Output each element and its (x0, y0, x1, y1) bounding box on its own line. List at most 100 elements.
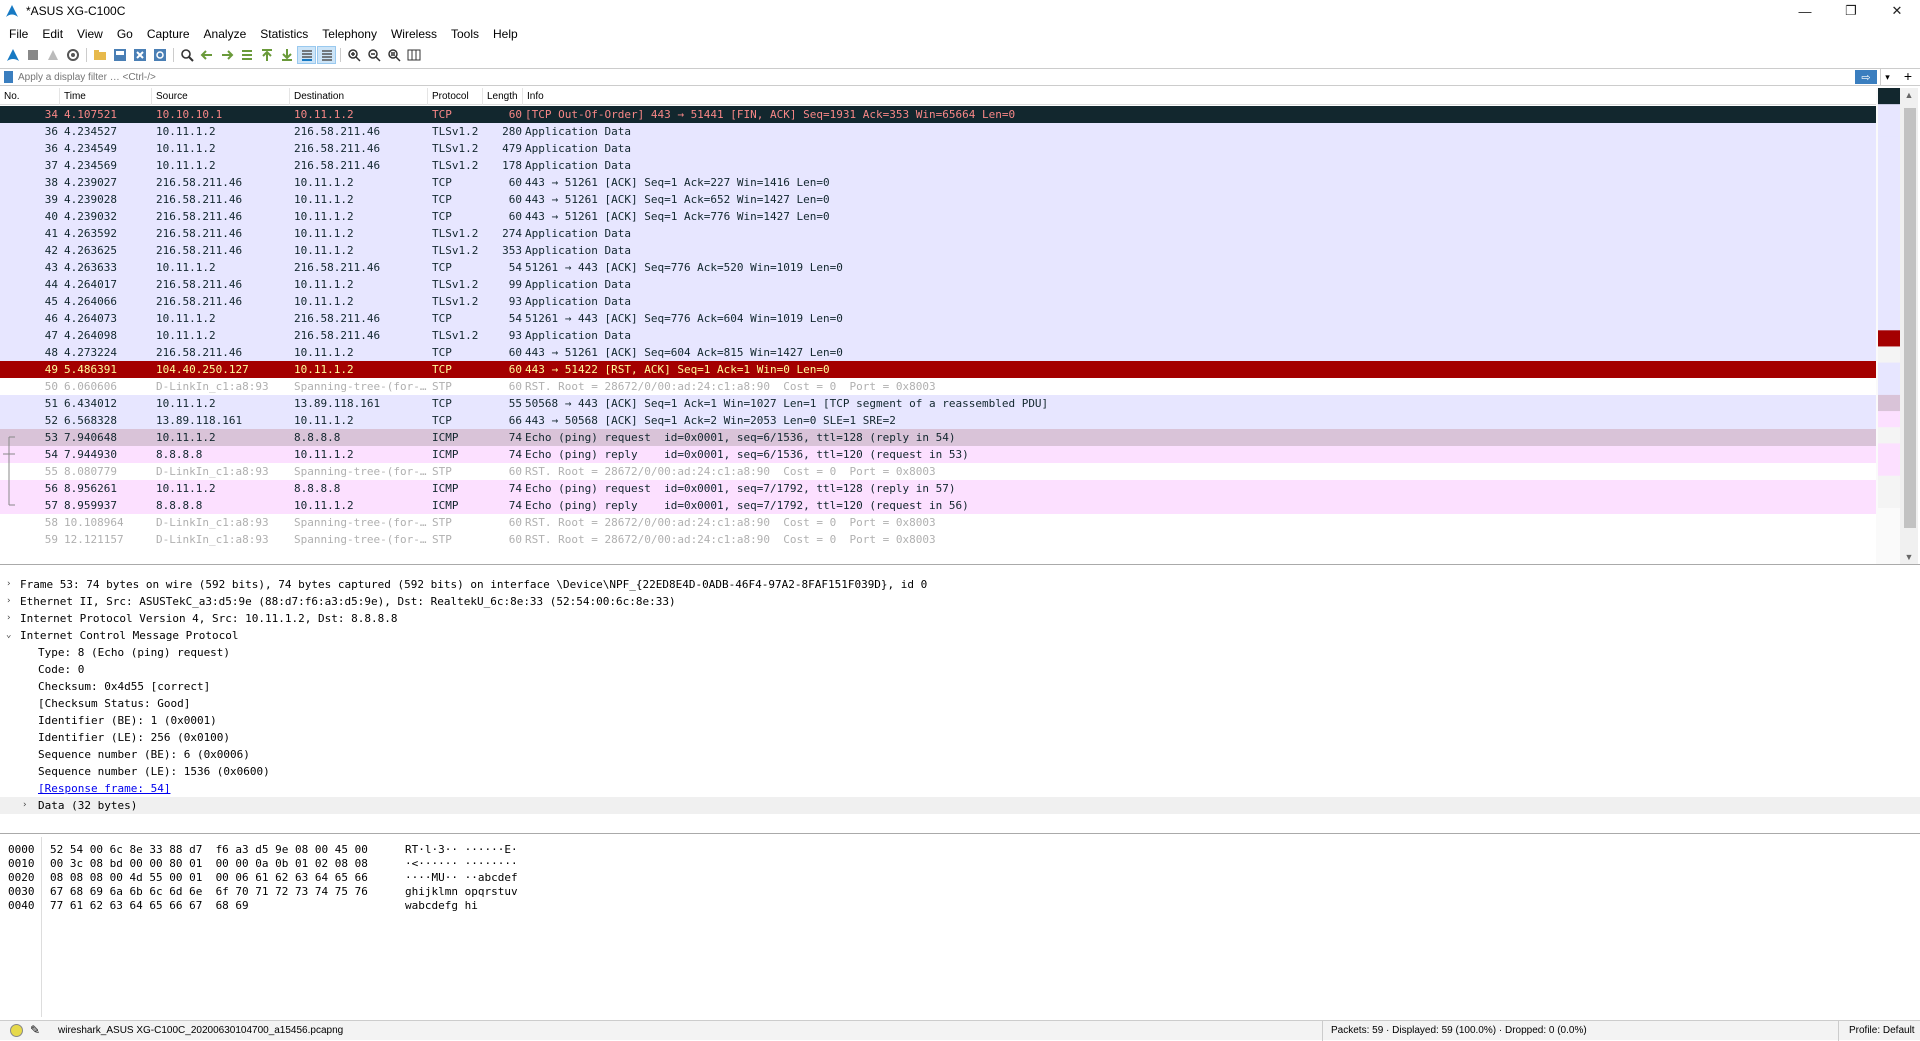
packet-row[interactable]: 50 6.060606 D-LinkIn_c1:a8:93 Spanning-tree… (0, 378, 1876, 395)
save-file-button[interactable] (110, 46, 129, 64)
menu-capture[interactable]: Capture (140, 24, 197, 44)
packet-row[interactable]: 56 8.956261 10.11.1.2 8.8.8.8 ICMP 74 Echo (pi… (0, 480, 1876, 497)
detail-tree-item[interactable]: Type: 8 (Echo (ping) request) (0, 644, 1920, 661)
detail-tree-item[interactable]: › Data (32 bytes) (0, 797, 1920, 814)
chevron-right-icon[interactable]: › (6, 576, 16, 593)
menu-view[interactable]: View (70, 24, 110, 44)
byte-offset[interactable]: 0000 (8, 843, 35, 857)
packet-row[interactable]: 36 4.234527 10.11.1.2 216.58.211.46 TLSv1.2 2… (0, 123, 1876, 140)
packet-row[interactable]: 46 4.264073 10.11.1.2 216.58.211.46 TCP 54 512… (0, 310, 1876, 327)
expert-info-icon[interactable] (10, 1024, 23, 1037)
packet-row[interactable]: 52 6.568328 13.89.118.161 10.11.1.2 TCP 66 443… (0, 412, 1876, 429)
byte-offset[interactable]: 0030 (8, 885, 35, 899)
byte-offset[interactable]: 0020 (8, 871, 35, 885)
menu-statistics[interactable]: Statistics (253, 24, 315, 44)
find-packet-button[interactable] (177, 46, 196, 64)
packet-row[interactable]: 38 4.239027 216.58.211.46 10.11.1.2 TCP 60 443… (0, 174, 1876, 191)
detail-tree-item[interactable]: Identifier (LE): 256 (0x0100) (0, 729, 1920, 746)
detail-tree-item[interactable]: [Response frame: 54] (0, 780, 1920, 797)
column-header-info[interactable]: Info (523, 88, 1876, 105)
packet-row[interactable]: 48 4.273224 216.58.211.46 10.11.1.2 TCP 60 443… (0, 344, 1876, 361)
column-header-length[interactable]: Length (483, 88, 523, 105)
menu-file[interactable]: File (2, 24, 35, 44)
packet-row[interactable]: 43 4.263633 10.11.1.2 216.58.211.46 TCP 54 512… (0, 259, 1876, 276)
byte-ascii[interactable]: ····MU·· ··abcdef (405, 871, 518, 885)
response-frame-link[interactable]: [Response frame: 54] (38, 780, 170, 797)
column-header-protocol[interactable]: Protocol (428, 88, 483, 105)
byte-hex[interactable]: 67 68 69 6a 6b 6c 6d 6e 6f 70 71 72 73 7… (50, 885, 368, 899)
byte-ascii[interactable]: ghijklmn opqrstuv (405, 885, 518, 899)
go-forward-button[interactable] (217, 46, 236, 64)
restart-capture-button[interactable] (43, 46, 62, 64)
packet-row[interactable]: 53 7.940648 10.11.1.2 8.8.8.8 ICMP 74 Echo (pi… (0, 429, 1876, 446)
bookmark-icon[interactable] (4, 71, 13, 83)
column-header-source[interactable]: Source (152, 88, 290, 105)
packet-row[interactable]: 54 7.944930 8.8.8.8 10.11.1.2 ICMP 74 Echo (pi… (0, 446, 1876, 463)
start-capture-button[interactable] (3, 46, 22, 64)
normal-size-button[interactable] (384, 46, 403, 64)
scroll-up-icon[interactable]: ▲ (1900, 90, 1918, 100)
packet-row[interactable]: 59 12.121157 D-LinkIn_c1:a8:93 Spanning-tre… (0, 531, 1876, 548)
scroll-down-icon[interactable]: ▼ (1900, 552, 1918, 562)
byte-ascii[interactable]: wabcdefg hi (405, 899, 478, 913)
byte-hex[interactable]: 52 54 00 6c 8e 33 88 d7 f6 a3 d5 9e 08 0… (50, 843, 368, 857)
column-header-time[interactable]: Time (60, 88, 152, 105)
open-file-button[interactable] (90, 46, 109, 64)
chevron-right-icon[interactable]: › (6, 593, 16, 610)
go-back-button[interactable] (197, 46, 216, 64)
stop-capture-button[interactable] (23, 46, 42, 64)
go-to-packet-button[interactable] (237, 46, 256, 64)
byte-ascii[interactable]: ·<······ ········ (405, 857, 518, 871)
byte-hex[interactable]: 77 61 62 63 64 65 66 67 68 69 (50, 899, 249, 913)
last-packet-button[interactable] (277, 46, 296, 64)
packet-row[interactable]: 41 4.263592 216.58.211.46 10.11.1.2 TLSv1.2 2… (0, 225, 1876, 242)
menu-telephony[interactable]: Telephony (315, 24, 384, 44)
packet-row[interactable]: 47 4.264098 10.11.1.2 216.58.211.46 TLSv1.2 9… (0, 327, 1876, 344)
chevron-right-icon[interactable]: › (6, 610, 16, 627)
display-filter-input[interactable] (18, 69, 1854, 85)
detail-tree-item[interactable]: Code: 0 (0, 661, 1920, 678)
close-file-button[interactable] (130, 46, 149, 64)
autoscroll-button[interactable] (297, 46, 316, 64)
detail-tree-item[interactable]: [Checksum Status: Good] (0, 695, 1920, 712)
detail-tree-item[interactable]: ⌄ Internet Control Message Protocol (0, 627, 1920, 644)
byte-ascii[interactable]: RT·l·3·· ······E· (405, 843, 518, 857)
detail-tree-item[interactable]: Identifier (BE): 1 (0x0001) (0, 712, 1920, 729)
packet-row[interactable]: 49 5.486391 104.40.250.127 10.11.1.2 TCP 60 44… (0, 361, 1876, 378)
minimize-button[interactable]: — (1782, 0, 1828, 22)
column-header-no[interactable]: No. (0, 88, 60, 105)
detail-tree-item[interactable]: Checksum: 0x4d55 [correct] (0, 678, 1920, 695)
packet-row[interactable]: 40 4.239032 216.58.211.46 10.11.1.2 TCP 60 443… (0, 208, 1876, 225)
apply-filter-button[interactable]: ⇨ (1855, 70, 1877, 84)
first-packet-button[interactable] (257, 46, 276, 64)
menu-edit[interactable]: Edit (35, 24, 70, 44)
byte-offset[interactable]: 0010 (8, 857, 35, 871)
packet-row[interactable]: 39 4.239028 216.58.211.46 10.11.1.2 TCP 60 443… (0, 191, 1876, 208)
detail-tree-item[interactable]: › Ethernet II, Src: ASUSTekC_a3:d5:9e (88… (0, 593, 1920, 610)
chevron-right-icon[interactable]: › (22, 797, 32, 814)
packet-row[interactable]: 45 4.264066 216.58.211.46 10.11.1.2 TLSv1.2 9… (0, 293, 1876, 310)
menu-analyze[interactable]: Analyze (197, 24, 254, 44)
menu-wireless[interactable]: Wireless (384, 24, 444, 44)
resize-columns-button[interactable] (404, 46, 423, 64)
detail-tree-item[interactable]: › Frame 53: 74 bytes on wire (592 bits), … (0, 576, 1920, 593)
packet-minimap[interactable] (1876, 88, 1900, 564)
capture-options-button[interactable] (63, 46, 82, 64)
byte-offset[interactable]: 0040 (8, 899, 35, 913)
packet-row[interactable]: 42 4.263625 216.58.211.46 10.11.1.2 TLSv1.2 3… (0, 242, 1876, 259)
packet-row[interactable]: 57 8.959937 8.8.8.8 10.11.1.2 ICMP 74 Echo (pi… (0, 497, 1876, 514)
packet-row[interactable]: 34 4.107521 10.10.10.1 10.11.1.2 TCP 60 [TCP O… (0, 106, 1876, 123)
profile-selector[interactable]: Profile: Default (1838, 1021, 1915, 1041)
menu-go[interactable]: Go (110, 24, 140, 44)
byte-hex[interactable]: 08 08 08 00 4d 55 00 01 00 06 61 62 63 6… (50, 871, 368, 885)
packet-list-scrollbar[interactable]: ▲ ▼ (1900, 88, 1918, 564)
detail-tree-item[interactable]: › Internet Protocol Version 4, Src: 10.11… (0, 610, 1920, 627)
zoom-out-button[interactable] (364, 46, 383, 64)
menu-tools[interactable]: Tools (444, 24, 486, 44)
packet-row[interactable]: 36 4.234549 10.11.1.2 216.58.211.46 TLSv1.2 4… (0, 140, 1876, 157)
column-header-destination[interactable]: Destination (290, 88, 428, 105)
menu-help[interactable]: Help (486, 24, 525, 44)
edit-comment-icon[interactable]: ✎ (30, 1023, 40, 1037)
restore-button[interactable]: ❐ (1828, 0, 1874, 22)
packet-row[interactable]: 44 4.264017 216.58.211.46 10.11.1.2 TLSv1.2 9… (0, 276, 1876, 293)
